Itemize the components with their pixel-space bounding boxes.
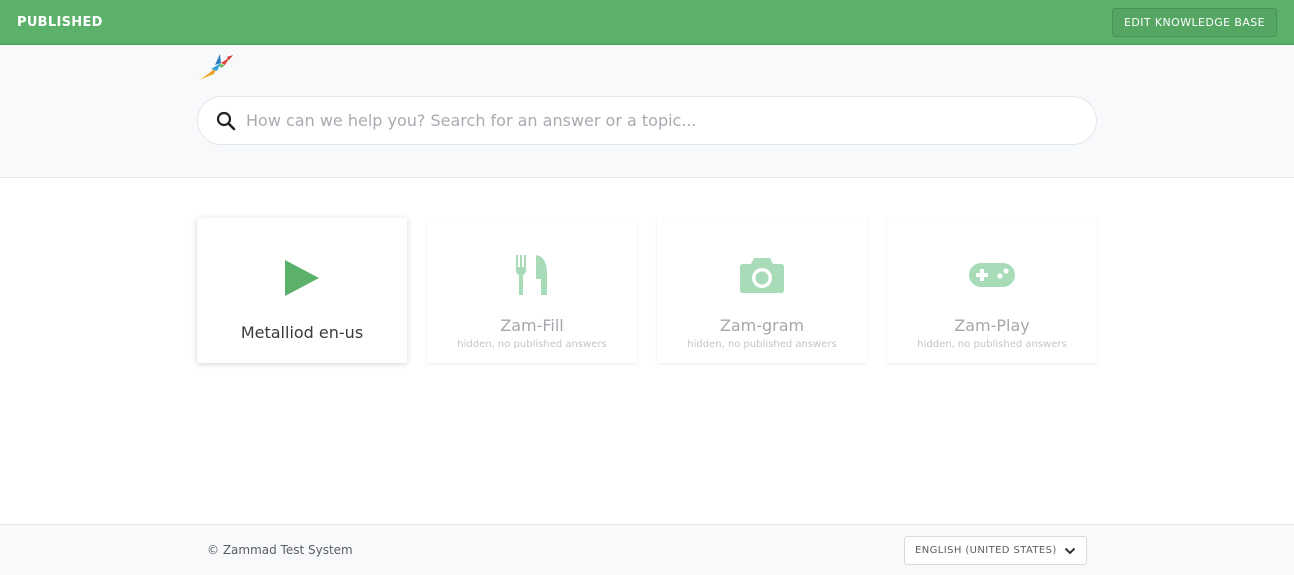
category-title: Zam-Play bbox=[954, 316, 1030, 335]
search-icon bbox=[216, 111, 236, 130]
copyright-text: © Zammad Test System bbox=[207, 543, 353, 557]
header-area bbox=[0, 45, 1294, 178]
footer: © Zammad Test System ENGLISH (UNITED STA… bbox=[0, 524, 1294, 575]
chevron-down-icon bbox=[1064, 547, 1076, 554]
play-icon bbox=[277, 253, 327, 303]
category-list: Metalliod en-us Zam-Fill hidden, no publ… bbox=[197, 218, 1097, 363]
category-subtitle: hidden, no published answers bbox=[457, 339, 607, 350]
camera-icon bbox=[737, 250, 787, 300]
category-card-zam-gram[interactable]: Zam-gram hidden, no published answers bbox=[657, 218, 867, 363]
published-status: PUBLISHED bbox=[17, 14, 103, 30]
gamepad-icon bbox=[967, 250, 1017, 300]
category-title: Metalliod en-us bbox=[240, 323, 364, 342]
category-card-metalliod[interactable]: Metalliod en-us bbox=[197, 218, 407, 363]
category-card-zam-fill[interactable]: Zam-Fill hidden, no published answers bbox=[427, 218, 637, 363]
bird-logo-icon[interactable] bbox=[197, 51, 235, 83]
language-label: ENGLISH (UNITED STATES) bbox=[915, 545, 1057, 556]
language-select[interactable]: ENGLISH (UNITED STATES) bbox=[904, 536, 1087, 565]
edit-knowledge-base-button[interactable]: EDIT KNOWLEDGE BASE bbox=[1112, 7, 1277, 37]
top-bar: PUBLISHED EDIT KNOWLEDGE BASE bbox=[0, 0, 1294, 45]
category-title: Zam-gram bbox=[719, 316, 805, 335]
search-input[interactable] bbox=[246, 111, 1066, 130]
category-subtitle: hidden, no published answers bbox=[917, 339, 1067, 350]
category-title: Zam-Fill bbox=[500, 316, 564, 335]
category-card-zam-play[interactable]: Zam-Play hidden, no published answers bbox=[887, 218, 1097, 363]
search-bar[interactable] bbox=[197, 96, 1097, 145]
category-subtitle: hidden, no published answers bbox=[687, 339, 837, 350]
utensils-icon bbox=[507, 250, 557, 300]
